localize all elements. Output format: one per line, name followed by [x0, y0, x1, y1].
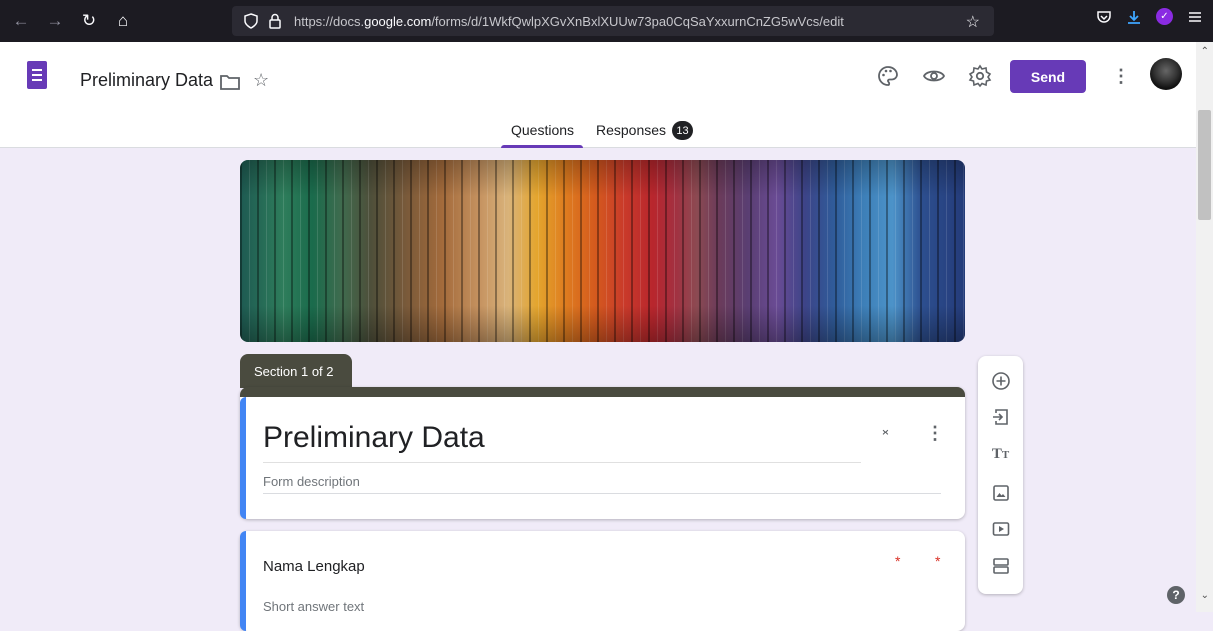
question-card[interactable]: Nama Lengkap * * Short answer text	[240, 531, 965, 631]
add-section-icon[interactable]	[988, 553, 1013, 578]
required-mark: *	[935, 553, 941, 569]
more-vert-icon[interactable]: ⋮	[1112, 66, 1130, 87]
forms-logo-icon[interactable]	[27, 61, 47, 89]
help-icon[interactable]: ?	[1167, 586, 1185, 604]
download-icon[interactable]	[1126, 9, 1142, 25]
menu-icon[interactable]	[1187, 9, 1203, 25]
lock-icon[interactable]	[268, 13, 282, 29]
send-button[interactable]: Send	[1010, 60, 1086, 93]
scroll-thumb[interactable]	[1198, 110, 1211, 220]
form-description-field[interactable]: Form description	[263, 474, 360, 489]
back-icon[interactable]: ←	[8, 8, 34, 34]
browser-extensions: ✓	[1096, 8, 1203, 25]
url-bar[interactable]: https://docs.google.com/forms/d/1WkfQwlp…	[232, 6, 994, 36]
question-accent-bar	[240, 531, 246, 631]
page-scrollbar[interactable]: ⌃ ⌄	[1196, 42, 1213, 612]
question-title[interactable]: Nama Lengkap	[263, 558, 365, 575]
url-domain: google.com	[364, 13, 432, 29]
palette-icon[interactable]	[876, 64, 900, 88]
pocket-icon[interactable]	[1096, 9, 1112, 25]
reload-icon[interactable]: ↻	[76, 8, 102, 34]
tab-bar: Questions Responses 13	[0, 121, 1213, 148]
add-image-icon[interactable]	[988, 480, 1013, 505]
scroll-up-icon[interactable]: ⌃	[1201, 46, 1209, 57]
add-title-icon[interactable]: TT	[988, 442, 1013, 467]
settings-gear-icon[interactable]	[968, 64, 992, 88]
section-more-icon[interactable]: ⋮	[926, 423, 944, 444]
section-label: Section 1 of 2	[240, 354, 352, 388]
form-title-card[interactable]: Preliminary Data Form description ⌄ ⌃ ⋮	[240, 387, 965, 519]
responses-count-badge: 13	[672, 121, 693, 140]
add-question-icon[interactable]	[988, 368, 1013, 393]
focus-accent-bar	[240, 397, 246, 519]
browser-toolbar: ← → ↻ ⌂ https://docs.google.com/forms/d/…	[0, 0, 1213, 42]
question-toolbar: TT	[978, 356, 1023, 594]
forms-header: Preliminary Data ☆ Send ⋮ Questions Resp…	[0, 42, 1213, 148]
forward-icon[interactable]: →	[42, 8, 68, 34]
home-icon[interactable]: ⌂	[110, 8, 136, 34]
collapse-section-icon[interactable]: ⌄ ⌃	[880, 422, 891, 443]
scroll-down-icon[interactable]: ⌄	[1201, 590, 1209, 601]
avatar[interactable]	[1150, 58, 1182, 90]
import-questions-icon[interactable]	[988, 404, 1013, 429]
extension-icon[interactable]: ✓	[1156, 8, 1173, 25]
tab-responses[interactable]: Responses	[596, 122, 666, 138]
bookmark-star-icon[interactable]: ☆	[966, 12, 980, 32]
star-icon[interactable]: ☆	[253, 70, 269, 91]
required-mark: *	[895, 553, 901, 569]
form-title[interactable]: Preliminary Data	[263, 421, 485, 455]
document-title[interactable]: Preliminary Data	[80, 70, 213, 91]
add-video-icon[interactable]	[988, 516, 1013, 541]
url-text[interactable]: https://docs.google.com/forms/d/1WkfQwlp…	[294, 14, 844, 29]
folder-icon[interactable]	[220, 74, 240, 90]
preview-eye-icon[interactable]	[922, 64, 946, 88]
url-prefix: https://docs.	[294, 13, 365, 29]
active-tab-indicator	[501, 145, 583, 148]
description-underline	[263, 493, 941, 494]
tab-questions[interactable]: Questions	[511, 122, 574, 138]
title-underline	[263, 462, 861, 463]
form-header-image	[240, 160, 965, 342]
shield-icon[interactable]	[244, 13, 258, 29]
url-path: /forms/d/1WkfQwlpXGvXnBxlXUUw73pa0CqSaYx…	[431, 13, 844, 29]
